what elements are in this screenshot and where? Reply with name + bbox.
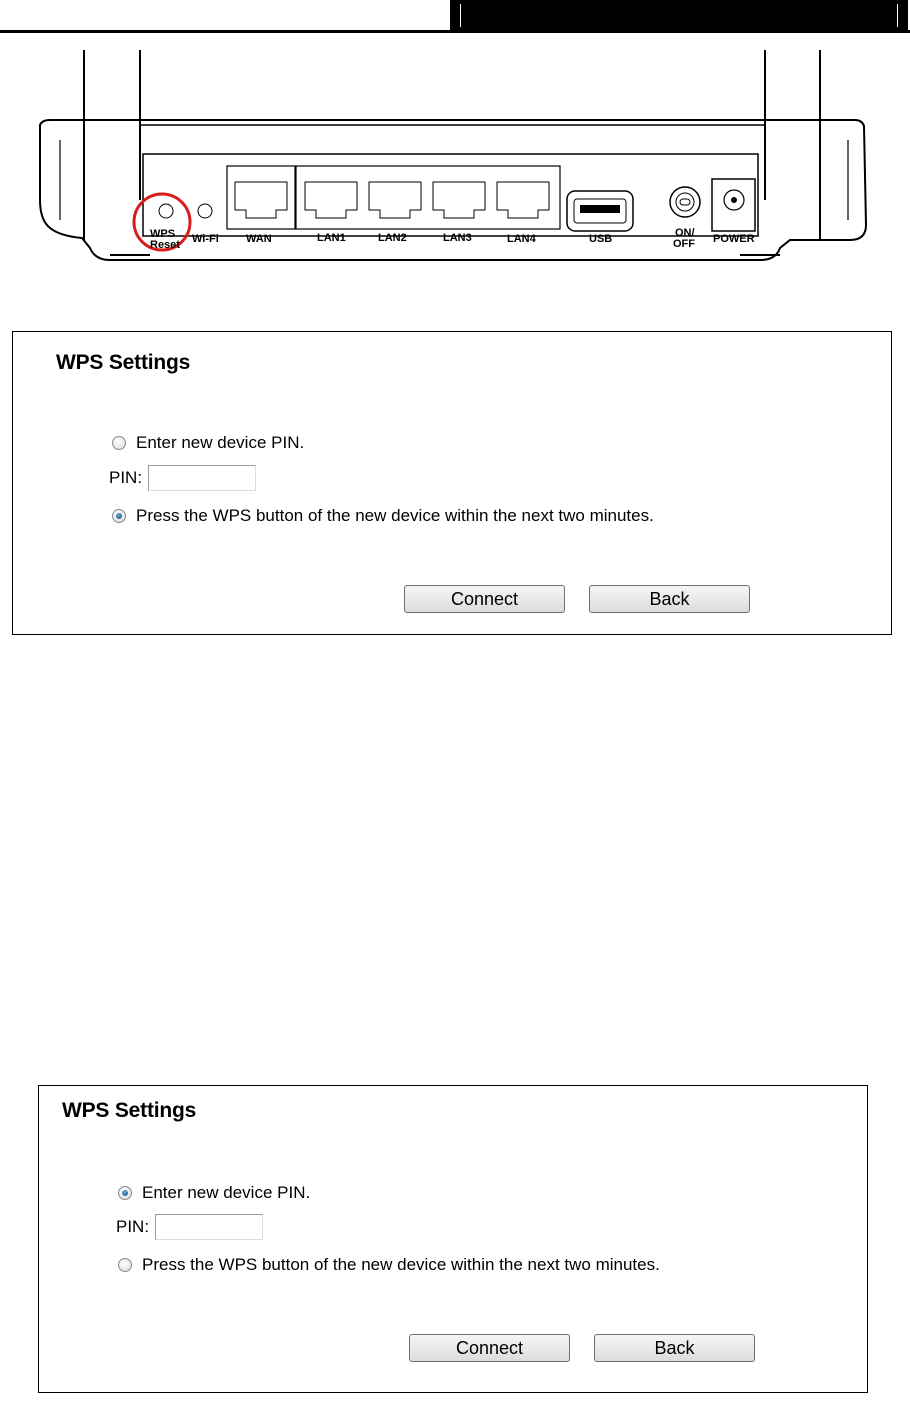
label-wan: WAN xyxy=(246,233,272,245)
option-enter-pin[interactable]: Enter new device PIN. xyxy=(112,433,304,453)
pin-row: PIN: xyxy=(109,465,257,491)
option-press-wps[interactable]: Press the WPS button of the new device w… xyxy=(112,506,654,526)
pin-row: PIN: xyxy=(116,1214,264,1240)
pin-input[interactable] xyxy=(148,465,257,491)
connect-button[interactable]: Connect xyxy=(404,585,565,613)
label-lan3: LAN3 xyxy=(443,232,472,244)
pin-label: PIN: xyxy=(109,468,143,487)
back-button[interactable]: Back xyxy=(594,1334,755,1362)
pin-label: PIN: xyxy=(116,1217,150,1236)
radio-press-wps[interactable] xyxy=(112,509,126,523)
wps-settings-panel-1: WPS Settings Enter new device PIN. PIN: … xyxy=(12,331,892,635)
header-block xyxy=(450,0,908,31)
back-button[interactable]: Back xyxy=(589,585,750,613)
page-title: WPS Settings xyxy=(56,351,191,374)
label-lan2: LAN2 xyxy=(378,232,407,244)
label-lan4: LAN4 xyxy=(507,233,537,245)
radio-enter-pin[interactable] xyxy=(118,1186,132,1200)
page-title: WPS Settings xyxy=(62,1099,197,1122)
connect-button[interactable]: Connect xyxy=(409,1334,570,1362)
label-off: OFF xyxy=(673,238,695,250)
option-press-wps-label: Press the WPS button of the new device w… xyxy=(136,506,654,525)
label-lan1: LAN1 xyxy=(317,232,346,244)
option-press-wps[interactable]: Press the WPS button of the new device w… xyxy=(118,1255,660,1275)
label-power: POWER xyxy=(713,233,755,245)
option-press-wps-label: Press the WPS button of the new device w… xyxy=(142,1255,660,1274)
label-reset: Reset xyxy=(150,239,180,251)
pin-input[interactable] xyxy=(155,1214,264,1240)
header-rule xyxy=(0,30,910,33)
router-rear-panel: WPS Reset Wi-Fi WAN LAN1 LAN2 LAN3 LAN4 … xyxy=(39,50,868,261)
label-usb: USB xyxy=(589,233,612,245)
option-enter-pin-label: Enter new device PIN. xyxy=(142,1183,311,1202)
wps-settings-panel-2: WPS Settings Enter new device PIN. PIN: … xyxy=(38,1085,868,1393)
radio-press-wps[interactable] xyxy=(118,1258,132,1272)
option-enter-pin-label: Enter new device PIN. xyxy=(136,433,305,452)
option-enter-pin[interactable]: Enter new device PIN. xyxy=(118,1183,310,1203)
radio-enter-pin[interactable] xyxy=(112,436,126,450)
label-wifi: Wi-Fi xyxy=(192,233,219,245)
